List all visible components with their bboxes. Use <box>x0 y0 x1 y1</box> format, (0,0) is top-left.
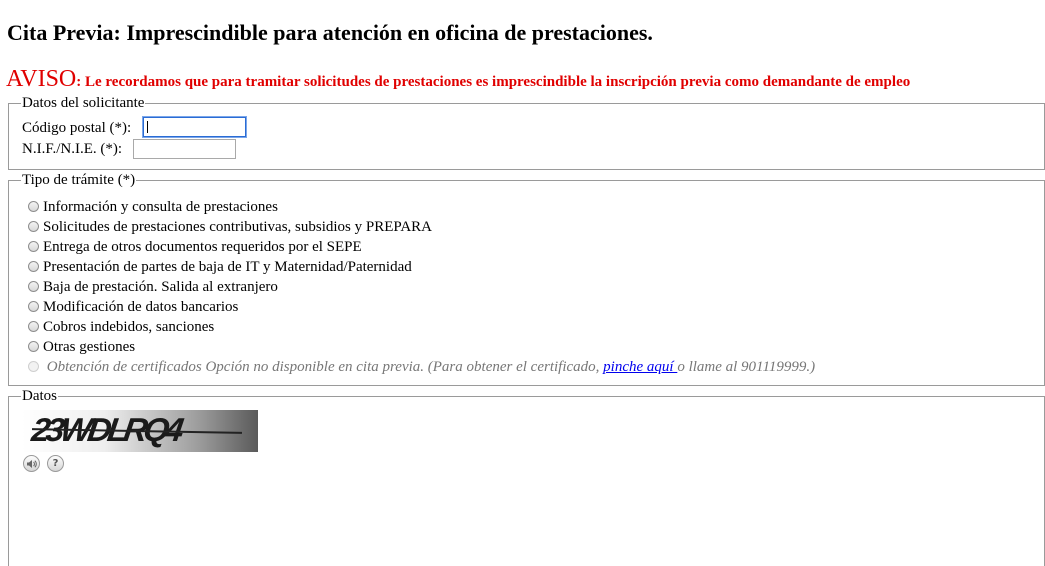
tramite-option[interactable]: Baja de prestación. Salida al extranjero <box>28 277 278 297</box>
tramite-option[interactable]: Presentación de partes de baja de IT y M… <box>28 257 412 277</box>
certificate-link[interactable]: pinche aquí <box>603 359 677 375</box>
disabled-option-text: Obtención de certificados Opción no disp… <box>43 359 815 375</box>
nif-row: N.I.F./N.I.E. (*): <box>22 139 122 159</box>
tramite-option[interactable]: Otras gestiones <box>28 337 135 357</box>
tramite-legend: Tipo de trámite (*) <box>21 171 137 189</box>
tramite-option-disabled: Obtención de certificados Opción no disp… <box>28 357 815 377</box>
postal-row: Código postal (*): <box>22 118 131 138</box>
text-caret <box>147 121 148 133</box>
tramite-option-label: Modificación de datos bancarios <box>43 299 239 315</box>
solicitante-legend: Datos del solicitante <box>21 94 146 112</box>
tramite-option[interactable]: Modificación de datos bancarios <box>28 297 238 317</box>
radio-button-disabled <box>28 361 39 372</box>
aviso-label: AVISO <box>6 66 77 92</box>
postal-label: Código postal (*): <box>22 120 132 136</box>
solicitante-fieldset: Datos del solicitante Código postal (*):… <box>8 94 1045 170</box>
tramite-option-label: Cobros indebidos, sanciones <box>43 319 215 335</box>
tramite-option[interactable]: Cobros indebidos, sanciones <box>28 317 214 337</box>
tramite-option[interactable]: Información y consulta de prestaciones <box>28 197 278 217</box>
tramite-option-label: Otras gestiones <box>43 339 136 355</box>
help-icon[interactable]: ? <box>47 455 64 472</box>
tramite-option-label: Baja de prestación. Salida al extranjero <box>43 279 278 295</box>
radio-button[interactable] <box>28 241 39 252</box>
radio-button[interactable] <box>28 281 39 292</box>
disabled-option-prefix: Obtención de certificados Opción no disp… <box>46 359 604 375</box>
radio-button[interactable] <box>28 261 39 272</box>
tramite-option[interactable]: Entrega de otros documentos requeridos p… <box>28 237 362 257</box>
datos-fieldset: Datos 23WDLRQ4 ? <box>8 387 1045 566</box>
nif-input[interactable] <box>133 139 236 159</box>
tramite-option-label: Información y consulta de prestaciones <box>43 199 278 215</box>
tramite-option-label: Entrega de otros documentos requeridos p… <box>43 239 362 255</box>
radio-button[interactable] <box>28 321 39 332</box>
page-title: Cita Previa: Imprescindible para atenció… <box>7 20 653 45</box>
tramite-option-label: Solicitudes de prestaciones contributiva… <box>43 219 433 235</box>
radio-button[interactable] <box>28 301 39 312</box>
tramite-option-label: Presentación de partes de baja de IT y M… <box>43 259 412 275</box>
radio-button[interactable] <box>28 221 39 232</box>
datos-legend: Datos <box>21 387 58 405</box>
tramite-fieldset: Tipo de trámite (*) Información y consul… <box>8 171 1045 386</box>
speaker-glyph <box>27 459 37 468</box>
radio-button[interactable] <box>28 201 39 212</box>
disabled-option-suffix: o llame al 901119999.) <box>677 359 816 375</box>
tramite-option[interactable]: Solicitudes de prestaciones contributiva… <box>28 217 432 237</box>
radio-button[interactable] <box>28 341 39 352</box>
aviso-notice: AVISO: Le recordamos que para tramitar s… <box>6 66 910 93</box>
aviso-text: : Le recordamos que para tramitar solici… <box>76 74 911 90</box>
captcha-image: 23WDLRQ4 <box>22 410 258 452</box>
nif-label: N.I.F./N.I.E. (*): <box>22 141 123 157</box>
postal-code-input[interactable] <box>143 117 246 137</box>
speaker-icon[interactable] <box>23 455 40 472</box>
help-glyph: ? <box>52 458 59 469</box>
